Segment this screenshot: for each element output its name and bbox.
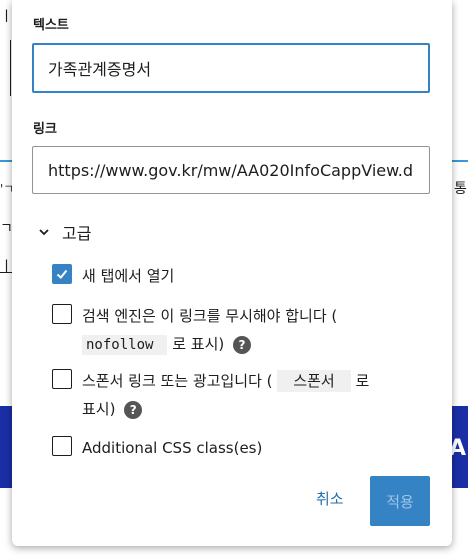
new-tab-checkbox[interactable] — [52, 264, 72, 284]
link-field-label: 링크 — [33, 122, 57, 137]
option-nofollow: 검색 엔진은 이 링크를 무시해야 합니다 ( nofollow 로 표시) ? — [52, 302, 382, 359]
option-sponsored: 스폰서 링크 또는 광고입니다 ( 스폰서 로 표시) ? — [52, 367, 382, 423]
link-url-value: https://www.gov.kr/mw/AA020InfoCappView.… — [48, 160, 414, 180]
link-settings-popover: 텍스트 가족관계증명서 링크 https://www.gov.kr/mw/AA0… — [12, 0, 452, 546]
chevron-down-icon — [39, 229, 49, 236]
text-field-label: 텍스트 — [33, 18, 69, 33]
option-new-tab: 새 탭에서 열기 — [52, 262, 382, 290]
cancel-button[interactable]: 취소 — [316, 488, 344, 509]
background-text-fragment: ㄱ — [0, 221, 13, 237]
sponsored-label: 스폰서 링크 또는 광고입니다 ( 스폰서 로 표시) ? — [82, 367, 382, 423]
background-text-fragment: 통 — [454, 181, 467, 197]
css-class-label: Additional CSS class(es) — [82, 439, 263, 457]
background-divider — [10, 40, 11, 96]
option-css-class: Additional CSS class(es) — [52, 434, 382, 462]
background-accent-line-right — [452, 160, 468, 162]
apply-button[interactable]: 적용 — [370, 476, 430, 526]
sponsored-label-before: 스폰서 링크 또는 광고입니다 ( — [82, 372, 273, 390]
sponsored-checkbox[interactable] — [52, 369, 72, 389]
nofollow-code: nofollow — [82, 335, 168, 355]
advanced-label: 고급 — [62, 224, 92, 243]
sponsored-code: 스폰서 — [277, 370, 351, 392]
new-tab-label: 새 탭에서 열기 — [82, 267, 175, 285]
help-icon[interactable]: ? — [124, 400, 143, 419]
help-icon[interactable]: ? — [233, 335, 252, 354]
advanced-toggle[interactable]: 고급 — [38, 220, 91, 244]
link-text-input[interactable]: 가족관계증명서 — [32, 43, 430, 93]
checkmark-icon — [56, 269, 68, 279]
background-accent-line — [0, 160, 12, 162]
css-class-checkbox[interactable] — [52, 436, 72, 456]
link-text-value: 가족관계증명서 — [48, 60, 152, 79]
link-url-input[interactable]: https://www.gov.kr/mw/AA020InfoCappView.… — [32, 146, 430, 194]
nofollow-label-before: 검색 엔진은 이 링크를 무시해야 합니다 ( — [82, 307, 338, 325]
nofollow-label-after: 로 표시) — [172, 335, 225, 353]
nofollow-checkbox[interactable] — [52, 304, 72, 324]
nofollow-label: 검색 엔진은 이 링크를 무시해야 합니다 ( nofollow 로 표시) ? — [82, 302, 382, 359]
